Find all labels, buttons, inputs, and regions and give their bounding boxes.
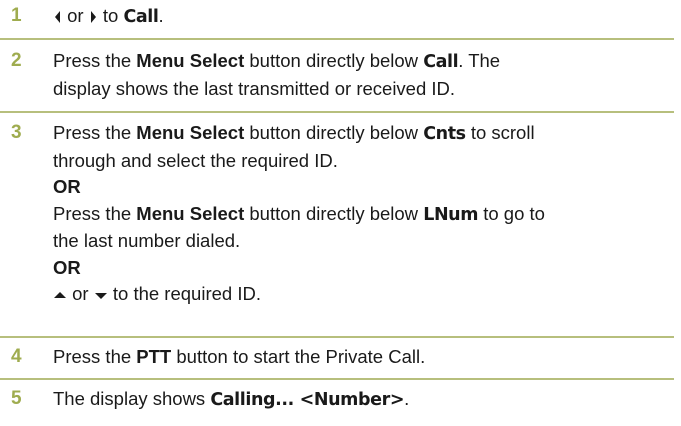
display-text-calling: Calling... <Number> <box>210 390 405 410</box>
menu-select-label: Menu Select <box>136 50 245 71</box>
step-number: 3 <box>11 122 22 143</box>
divider <box>0 378 674 380</box>
text: to the required ID. <box>112 283 261 304</box>
display-text-call: Call <box>123 7 159 27</box>
period: . <box>404 388 410 409</box>
text: to scroll <box>470 122 535 143</box>
display-text-cnts: Cnts <box>423 124 466 144</box>
text: Press the <box>53 202 132 224</box>
text: to go to <box>483 202 545 224</box>
text: button directly below <box>249 122 419 143</box>
or-text: or <box>67 5 84 26</box>
text: the last number dialed. <box>53 230 241 251</box>
step-text: The display shows Calling... <Number>. <box>53 386 679 414</box>
to-text: to <box>102 5 119 26</box>
up-arrow-icon <box>54 291 66 298</box>
text: Press the <box>53 346 132 367</box>
text: The display shows <box>53 388 206 409</box>
divider <box>0 336 674 338</box>
text: Press the <box>53 50 132 71</box>
step-number: 2 <box>11 50 22 71</box>
step-number: 1 <box>11 5 22 26</box>
text: button to start the Private Call. <box>176 346 426 367</box>
divider <box>0 111 674 113</box>
step-text: or to Call. <box>53 3 679 31</box>
text: button directly below <box>249 50 419 71</box>
step-number: 4 <box>11 346 22 367</box>
text: through and select the required ID. <box>53 149 338 171</box>
menu-select-label: Menu Select <box>136 202 245 224</box>
period: . <box>158 5 164 26</box>
left-arrow-icon <box>55 11 60 24</box>
text: Press the <box>53 122 132 143</box>
step-text: Press the Menu Select button directly be… <box>53 48 679 102</box>
menu-select-label: Menu Select <box>136 122 245 143</box>
or-text: or <box>72 283 89 304</box>
right-arrow-icon <box>90 11 96 24</box>
down-arrow-icon <box>94 292 107 299</box>
or-label: OR <box>53 176 81 197</box>
step-number: 5 <box>11 388 22 409</box>
display-text-lnum: LNum <box>423 204 479 225</box>
text: display shows the last transmitted or re… <box>53 77 456 99</box>
step-text: Press the PTT button to start the Privat… <box>53 344 679 371</box>
display-text-call: Call <box>423 52 459 72</box>
or-label: OR <box>53 256 81 278</box>
ptt-label: PTT <box>136 346 172 367</box>
text: button directly below <box>249 202 419 224</box>
divider <box>0 38 674 40</box>
step-text: Press the Menu Select button directly be… <box>53 120 679 308</box>
text: . The <box>458 50 501 71</box>
